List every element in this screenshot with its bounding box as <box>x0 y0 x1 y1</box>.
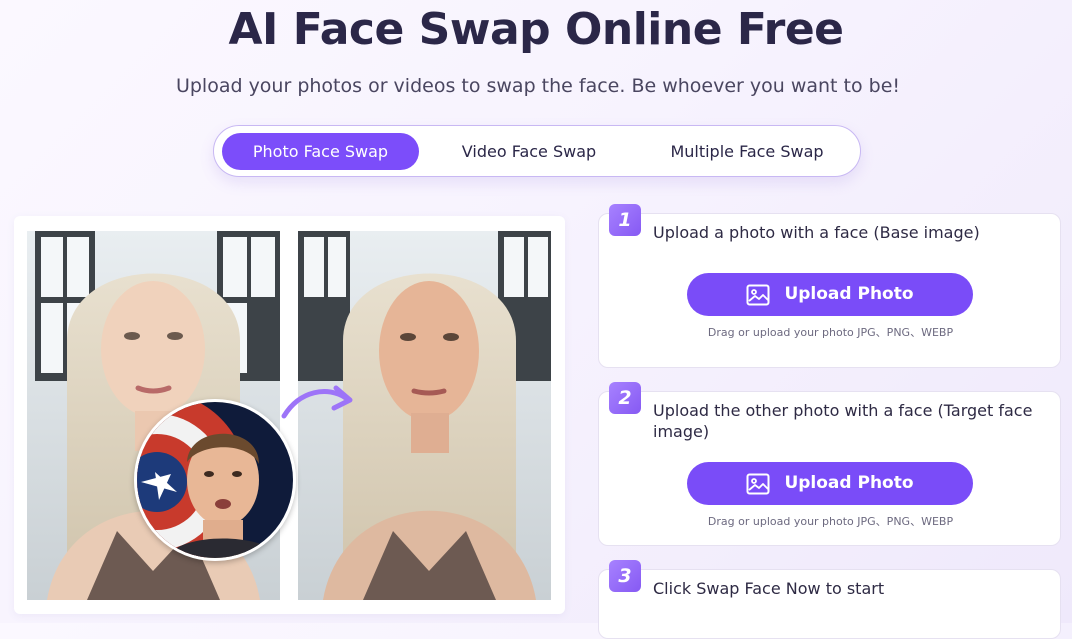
tab-video-face-swap[interactable]: Video Face Swap <box>439 133 619 170</box>
demo-preview <box>14 216 565 614</box>
tab-multiple-face-swap[interactable]: Multiple Face Swap <box>644 133 850 170</box>
step-2-card: 2 Upload the other photo with a face (Ta… <box>598 382 1061 546</box>
upload-button-label: Upload Photo <box>784 473 914 493</box>
step-1-card: 1 Upload a photo with a face (Base image… <box>598 204 1061 368</box>
image-icon <box>746 473 770 494</box>
step-number-badge: 1 <box>609 204 641 236</box>
tab-photo-face-swap[interactable]: Photo Face Swap <box>222 133 419 170</box>
page-subtitle: Upload your photos or videos to swap the… <box>175 75 901 97</box>
step-3-card: 3 Click Swap Face Now to start <box>598 560 1061 639</box>
upload-hint: Drag or upload your photo JPG、PNG、WEBP <box>707 326 954 339</box>
page-title: AI Face Swap Online Free <box>228 4 845 55</box>
swap-arrow-icon <box>281 385 353 419</box>
upload-button-label: Upload Photo <box>784 284 914 304</box>
upload-base-photo-button[interactable]: Upload Photo <box>687 273 973 316</box>
inset-face-photo <box>134 399 296 561</box>
step-instruction: Click Swap Face Now to start <box>653 579 885 598</box>
upload-target-photo-button[interactable]: Upload Photo <box>687 462 973 505</box>
step-number-badge: 2 <box>609 382 641 414</box>
upload-hint: Drag or upload your photo JPG、PNG、WEBP <box>707 515 954 528</box>
step-instruction: Upload the other photo with a face (Targ… <box>653 401 1033 441</box>
swap-mode-tabs: Photo Face Swap Video Face Swap Multiple… <box>213 125 861 177</box>
step-number-badge: 3 <box>609 560 641 592</box>
image-icon <box>746 284 770 305</box>
step-instruction: Upload a photo with a face (Base image) <box>653 223 980 242</box>
